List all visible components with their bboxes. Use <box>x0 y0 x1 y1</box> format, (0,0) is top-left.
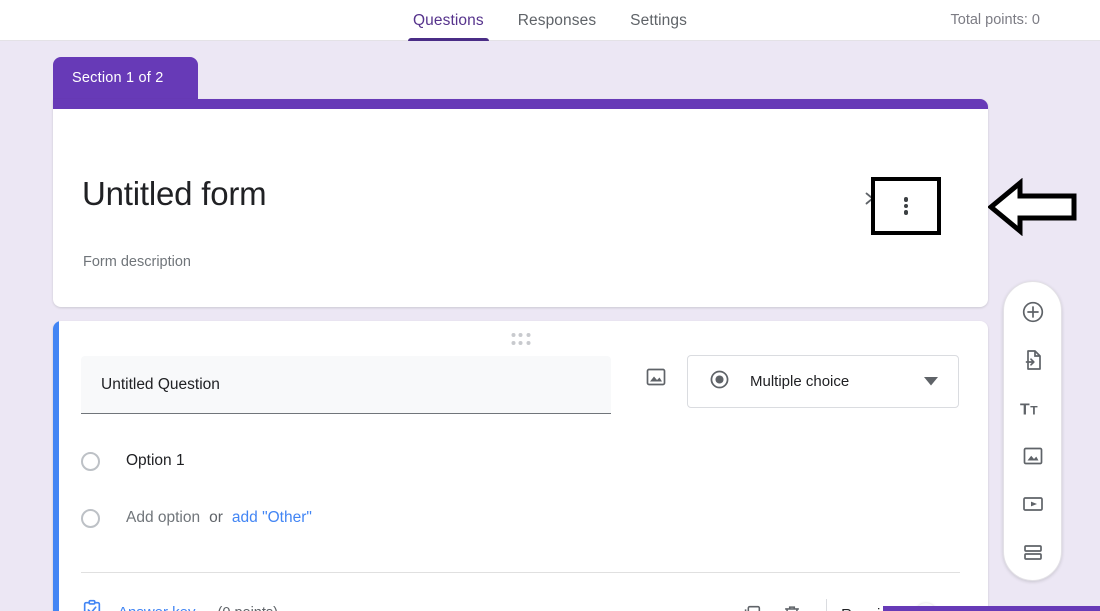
tab-settings[interactable]: Settings <box>613 0 704 41</box>
answer-key-points: (0 points) <box>218 605 278 611</box>
kebab-dot <box>903 197 909 202</box>
tab-responses-label: Responses <box>517 11 597 29</box>
tab-settings-label: Settings <box>630 11 687 29</box>
drag-dot <box>526 340 530 345</box>
question-footer-divider <box>81 572 960 573</box>
add-section-button[interactable] <box>1012 533 1054 571</box>
svg-text:T: T <box>1020 402 1030 419</box>
question-title-input[interactable]: Untitled Question <box>81 356 611 414</box>
tab-questions-label: Questions <box>413 11 484 29</box>
insert-image-icon[interactable] <box>636 357 676 397</box>
answer-key-icon <box>81 599 103 611</box>
drag-handle-dots[interactable] <box>511 333 530 345</box>
google-forms-editor: Questions Responses Settings Total point… <box>0 0 1100 611</box>
annotation-arrow-icon <box>987 177 1078 237</box>
total-points-label: Total points: 0 <box>950 12 1040 28</box>
add-other-link[interactable]: add "Other" <box>232 509 312 527</box>
drag-dot <box>518 333 523 337</box>
radio-empty-icon <box>81 508 100 528</box>
tab-responses[interactable]: Responses <box>501 0 613 41</box>
answer-key-label: Answer key <box>118 604 196 611</box>
add-option-row[interactable]: Add option or add "Other" <box>81 503 312 533</box>
radio-filled-icon <box>709 369 730 395</box>
drag-dot <box>511 340 515 345</box>
question-title-value: Untitled Question <box>101 375 220 393</box>
drag-dot <box>511 333 515 337</box>
question-card-accent-bar <box>53 321 59 611</box>
more-vert-icon[interactable] <box>871 177 941 235</box>
svg-text:T: T <box>1030 404 1038 418</box>
footer-divider <box>826 599 828 611</box>
form-card-color-stripe <box>53 99 988 109</box>
section-tab-label: Section 1 of 2 <box>72 70 164 86</box>
add-option-or: or <box>209 509 223 526</box>
tab-questions[interactable]: Questions <box>396 0 501 41</box>
question-type-label: Multiple choice <box>750 373 850 390</box>
import-questions-button[interactable] <box>1012 341 1054 379</box>
duplicate-icon[interactable] <box>732 594 772 611</box>
trash-icon[interactable] <box>772 594 812 611</box>
form-header-card: Untitled form Form description <box>53 99 988 307</box>
kebab-dot <box>903 203 909 209</box>
option-label: Option 1 <box>126 452 185 469</box>
form-canvas: Section 1 of 2 Untitled form Form descri… <box>0 41 1100 611</box>
add-image-button[interactable] <box>1012 437 1054 475</box>
form-title[interactable]: Untitled form <box>82 175 267 213</box>
side-toolbar: T T <box>1003 281 1062 581</box>
section-tab[interactable]: Section 1 of 2 <box>53 57 198 99</box>
add-question-button[interactable] <box>1012 293 1054 331</box>
drag-dot <box>526 333 530 337</box>
form-description[interactable]: Form description <box>83 254 191 270</box>
option-row[interactable]: Option 1 <box>81 446 185 476</box>
question-card: Untitled Question Multiple choice Option… <box>53 321 988 611</box>
question-type-dropdown[interactable]: Multiple choice <box>687 355 959 408</box>
kebab-dot <box>903 210 909 215</box>
editor-header: Questions Responses Settings Total point… <box>0 0 1100 41</box>
add-video-button[interactable] <box>1012 485 1054 523</box>
answer-key-button[interactable]: Answer key (0 points) <box>81 599 278 611</box>
promo-banner[interactable]: FORM BUILDER PLUS <box>883 606 1100 611</box>
editor-tabs: Questions Responses Settings <box>396 0 704 41</box>
add-title-description-button[interactable]: T T <box>1012 389 1054 427</box>
chevron-down-icon <box>924 373 938 391</box>
add-option-label[interactable]: Add option <box>126 509 200 527</box>
drag-dot <box>518 340 523 345</box>
radio-empty-icon <box>81 451 100 471</box>
